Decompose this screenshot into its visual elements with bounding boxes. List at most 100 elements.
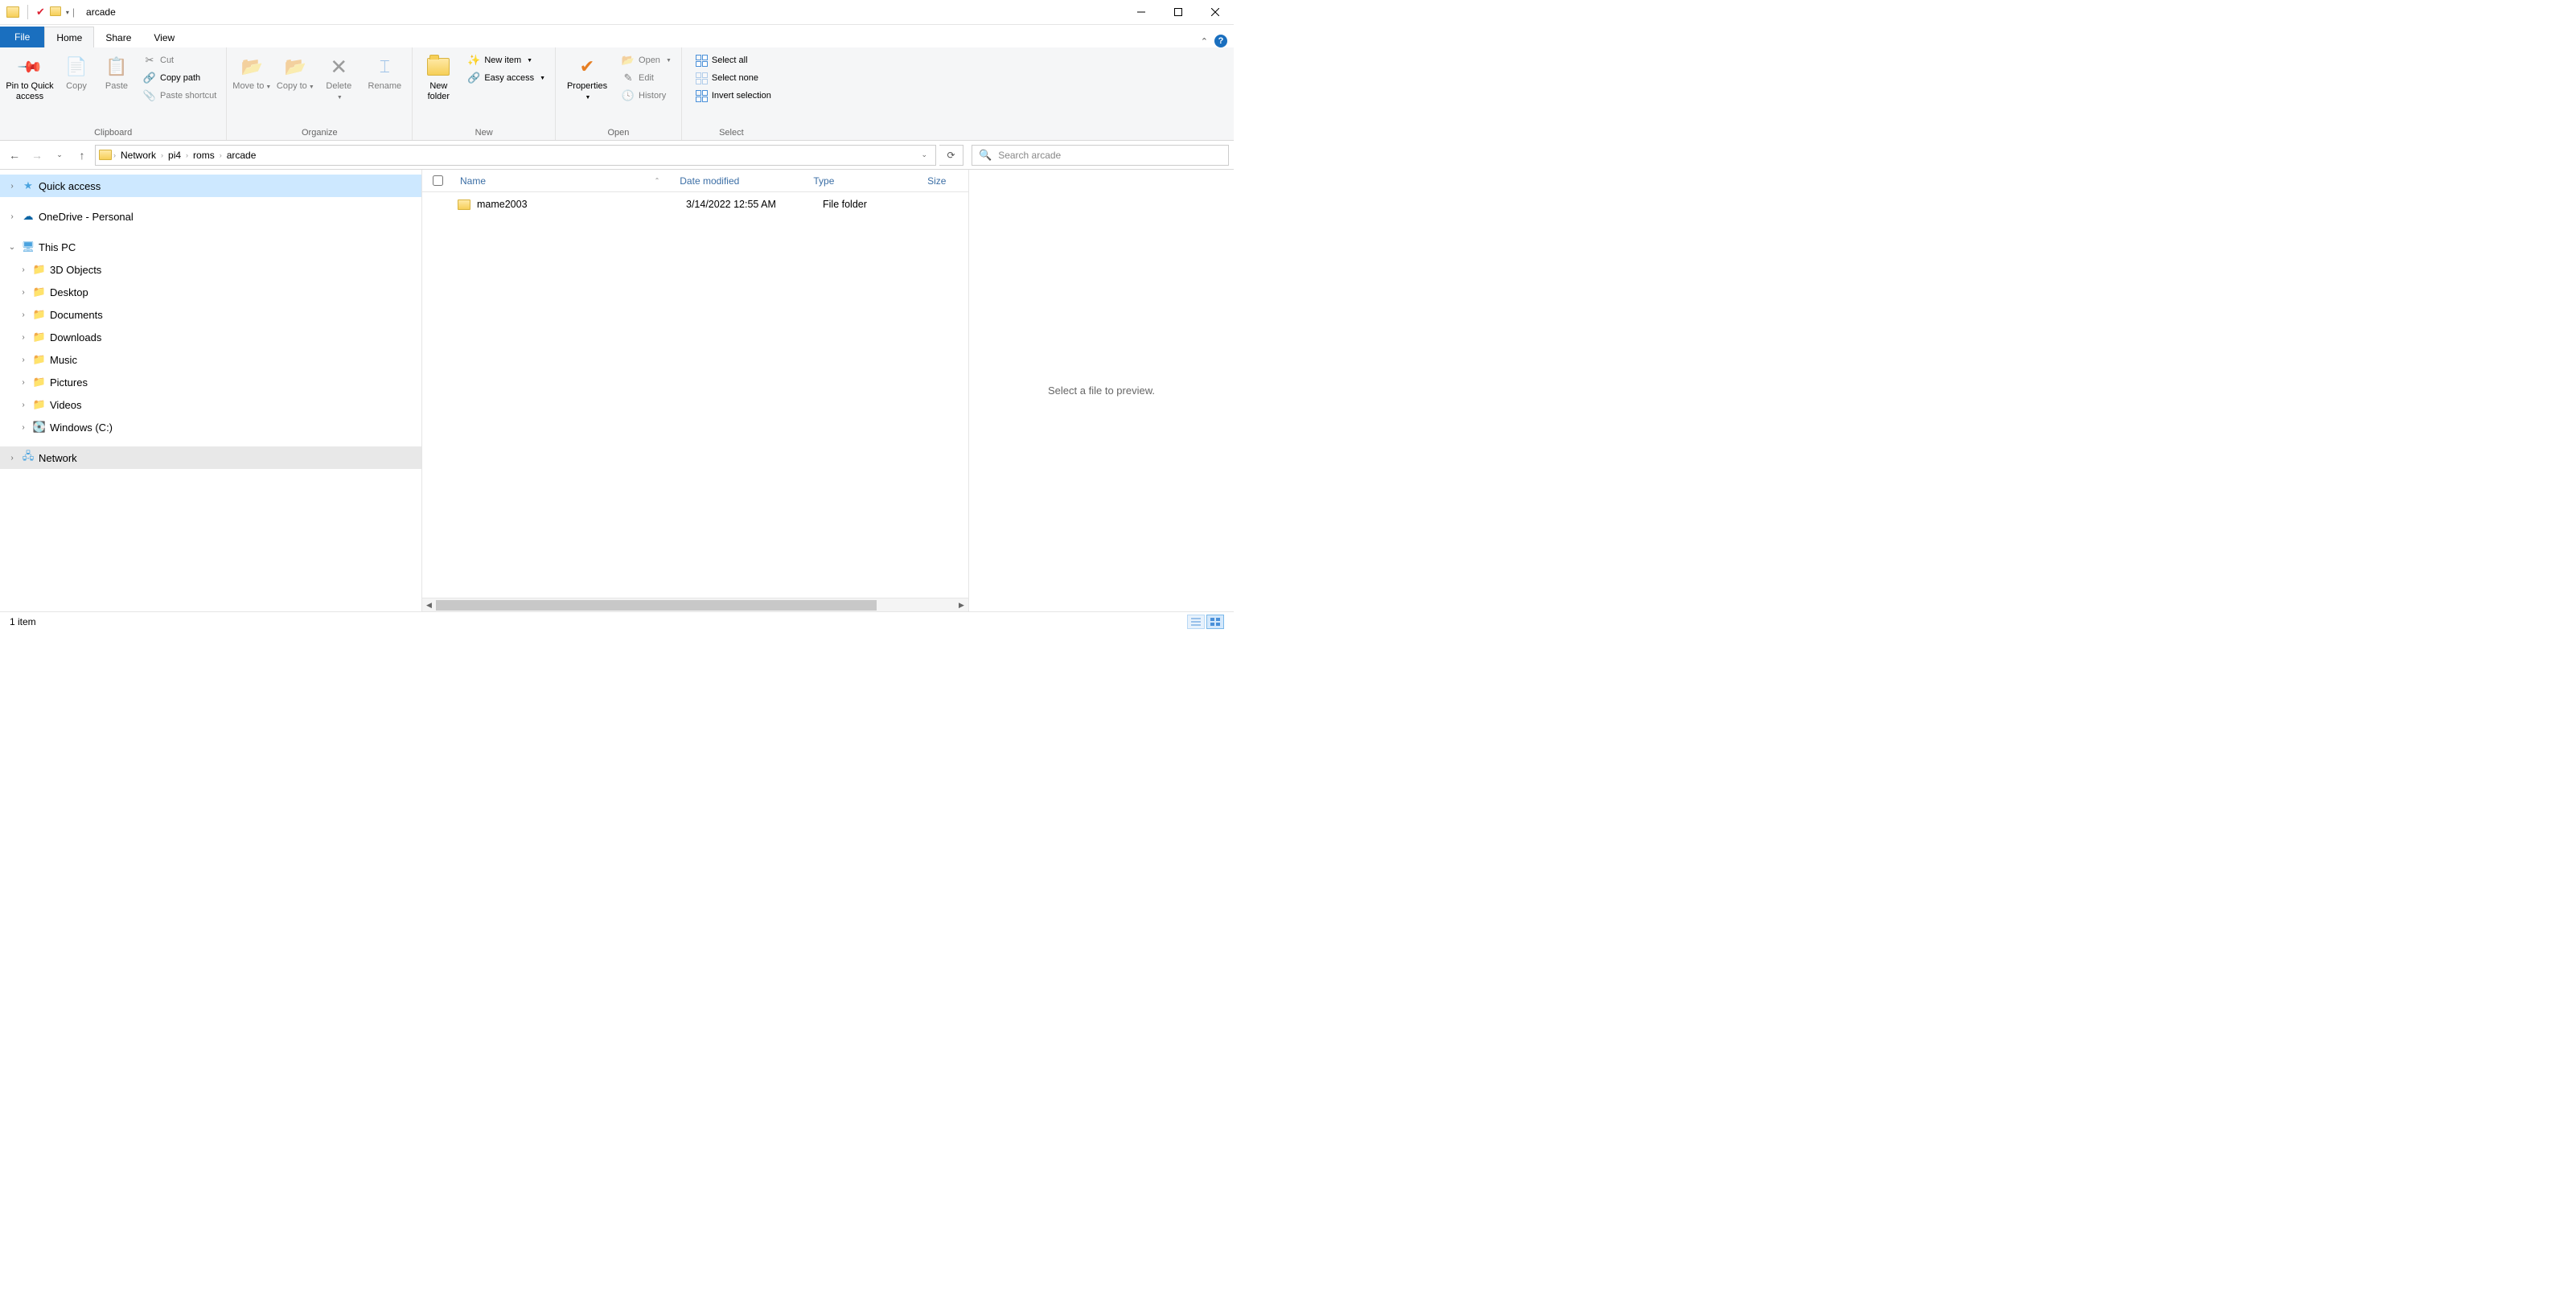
collapse-ribbon-icon[interactable]: ⌃ <box>1201 36 1208 47</box>
invert-selection-button[interactable]: Invert selection <box>690 88 776 104</box>
tab-share[interactable]: Share <box>94 27 142 47</box>
address-dropdown[interactable]: ⌄ <box>916 150 932 159</box>
expand-icon[interactable]: › <box>18 333 29 342</box>
preview-hint-text: Select a file to preview. <box>1048 385 1155 397</box>
tab-view[interactable]: View <box>142 27 186 47</box>
copy-button[interactable]: 📄 Copy <box>58 51 95 92</box>
scroll-left-icon[interactable]: ◀ <box>422 599 436 611</box>
details-view-button[interactable] <box>1187 615 1205 629</box>
scroll-thumb[interactable] <box>436 600 877 611</box>
group-label-organize: Organize <box>227 128 412 140</box>
expand-icon[interactable]: › <box>18 423 29 432</box>
selectnone-label: Select none <box>712 73 758 83</box>
horizontal-scrollbar[interactable]: ◀ ▶ <box>422 598 968 611</box>
chevron-right-icon[interactable]: › <box>161 151 163 159</box>
nav-quick-access[interactable]: › ★ Quick access <box>0 175 421 197</box>
column-date[interactable]: Date modified <box>673 175 807 187</box>
recent-dropdown[interactable]: ⌄ <box>50 146 69 165</box>
sort-asc-icon: ⌃ <box>655 177 667 184</box>
column-size[interactable]: Size <box>921 175 968 187</box>
nav-videos[interactable]: ›📁Videos <box>0 393 421 416</box>
nav-documents[interactable]: ›📁Documents <box>0 303 421 326</box>
nav-music[interactable]: ›📁Music <box>0 348 421 371</box>
minimize-button[interactable] <box>1123 0 1160 25</box>
open-button[interactable]: 📂Open▼ <box>617 52 676 68</box>
search-input[interactable]: 🔍 Search arcade <box>972 145 1229 166</box>
nav-desktop[interactable]: ›📁Desktop <box>0 281 421 303</box>
crumb-roms[interactable]: roms <box>190 150 218 161</box>
nav-network[interactable]: › 🖧 Network <box>0 446 421 469</box>
expand-icon[interactable]: › <box>6 182 18 191</box>
column-name[interactable]: Name⌃ <box>454 175 673 187</box>
expand-icon[interactable]: › <box>18 378 29 387</box>
expand-icon[interactable]: › <box>6 212 18 221</box>
tab-file[interactable]: File <box>0 27 44 47</box>
help-icon[interactable]: ? <box>1214 35 1227 47</box>
scroll-right-icon[interactable]: ▶ <box>955 599 968 611</box>
nav-this-pc[interactable]: ⌄ 🖥 This PC <box>0 236 421 258</box>
delete-button[interactable]: ✕ Delete▼ <box>318 51 359 102</box>
close-button[interactable] <box>1197 0 1234 25</box>
folder-icon: 📁 <box>32 398 47 411</box>
history-button[interactable]: 🕓History <box>617 88 676 104</box>
file-row[interactable]: mame2003 3/14/2022 12:55 AM File folder <box>422 192 968 216</box>
window-buttons <box>1123 0 1234 25</box>
rename-label: Rename <box>368 81 402 92</box>
up-button[interactable]: ↑ <box>72 146 92 165</box>
main-area: › ★ Quick access › ☁ OneDrive - Personal… <box>0 170 1234 611</box>
address-bar[interactable]: › Network › pi4 › roms › arcade ⌄ <box>95 145 936 166</box>
ribbon-group-clipboard: 📌 Pin to Quick access 📄 Copy 📋 Paste ✂Cu… <box>0 47 227 140</box>
crumb-pi4[interactable]: pi4 <box>165 150 184 161</box>
file-date: 3/14/2022 12:55 AM <box>680 199 816 210</box>
nav-pictures[interactable]: ›📁Pictures <box>0 371 421 393</box>
address-folder-icon <box>99 150 112 160</box>
column-type[interactable]: Type <box>807 175 921 187</box>
maximize-button[interactable] <box>1160 0 1197 25</box>
chevron-right-icon[interactable]: › <box>113 151 116 159</box>
nav-windows-c[interactable]: ›💽Windows (C:) <box>0 416 421 438</box>
nav-item-label: Desktop <box>50 286 88 298</box>
expand-icon[interactable]: › <box>6 454 18 463</box>
select-all-button[interactable]: Select all <box>690 52 776 68</box>
expand-icon[interactable]: › <box>18 401 29 409</box>
copy-to-button[interactable]: 📂 Copy to▼ <box>275 51 315 92</box>
expand-icon[interactable]: › <box>18 265 29 274</box>
select-all-checkbox[interactable] <box>422 175 454 186</box>
explorer-window: ✔ ▾ | arcade File Home Share View ⌃ ? 📌 <box>0 0 1234 631</box>
select-none-button[interactable]: Select none <box>690 70 776 86</box>
crumb-arcade[interactable]: arcade <box>224 150 260 161</box>
properties-button[interactable]: ✔ Properties▼ <box>561 51 614 102</box>
tab-home[interactable]: Home <box>44 27 94 47</box>
expand-icon[interactable]: › <box>18 288 29 297</box>
easy-access-button[interactable]: 🔗Easy access▼ <box>462 70 550 86</box>
large-icons-view-button[interactable] <box>1206 615 1224 629</box>
qat-properties-icon[interactable]: ✔ <box>36 6 45 19</box>
new-item-button[interactable]: ✨New item▼ <box>462 52 550 68</box>
expand-icon[interactable]: › <box>18 310 29 319</box>
pin-to-quick-access-button[interactable]: 📌 Pin to Quick access <box>5 51 55 102</box>
refresh-button[interactable]: ⟳ <box>939 145 963 166</box>
back-button[interactable]: ← <box>5 146 24 165</box>
new-folder-button[interactable]: New folder <box>417 51 459 102</box>
chevron-right-icon[interactable]: › <box>186 151 188 159</box>
edit-button[interactable]: ✎Edit <box>617 70 676 86</box>
scroll-track[interactable] <box>436 599 955 611</box>
paste-button[interactable]: 📋 Paste <box>98 51 135 92</box>
chevron-right-icon[interactable]: › <box>220 151 222 159</box>
ribbon-group-organize: 📂 Move to▼ 📂 Copy to▼ ✕ Delete▼ ⌶ Rename… <box>227 47 413 140</box>
nav-downloads[interactable]: ›📁Downloads <box>0 326 421 348</box>
rename-button[interactable]: ⌶ Rename <box>362 51 407 92</box>
selectall-label: Select all <box>712 56 748 65</box>
cut-label: Cut <box>160 56 174 65</box>
cut-button[interactable]: ✂Cut <box>138 52 221 68</box>
nav-3d-objects[interactable]: ›📁3D Objects <box>0 258 421 281</box>
move-to-button[interactable]: 📂 Move to▼ <box>232 51 272 92</box>
copy-path-button[interactable]: 🔗Copy path <box>138 70 221 86</box>
forward-button[interactable]: → <box>27 146 47 165</box>
nav-onedrive[interactable]: › ☁ OneDrive - Personal <box>0 205 421 228</box>
paste-shortcut-button[interactable]: 📎Paste shortcut <box>138 88 221 104</box>
crumb-network[interactable]: Network <box>117 150 159 161</box>
qat-folder-icon[interactable] <box>50 6 61 19</box>
expand-icon[interactable]: › <box>18 356 29 364</box>
collapse-icon[interactable]: ⌄ <box>6 243 18 252</box>
